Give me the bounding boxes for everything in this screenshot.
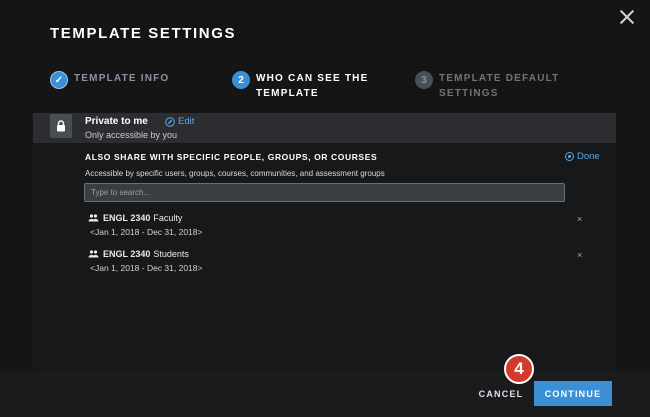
- done-icon: [565, 152, 574, 161]
- continue-button[interactable]: CONTINUE: [534, 381, 612, 406]
- privacy-subtitle: Only accessible by you: [85, 130, 178, 140]
- group-dates: <Jan 1, 2018 - Dec 31, 2018>: [90, 263, 203, 273]
- done-label: Done: [577, 151, 600, 162]
- privacy-title: Private to me: [85, 116, 148, 127]
- step-template-info: ✓ TEMPLATE INFO: [50, 71, 224, 89]
- group-role: Faculty: [153, 213, 183, 223]
- edit-privacy-link[interactable]: Edit: [165, 116, 194, 127]
- edit-label: Edit: [178, 116, 195, 127]
- step-callout-badge: 4: [504, 354, 534, 384]
- group-icon: [88, 214, 99, 222]
- step-label: TEMPLATE DEFAULT SETTINGS: [439, 73, 560, 99]
- step-who-can-see: 2 WHO CAN SEE THE TEMPLATE: [232, 71, 406, 101]
- shared-group-item: ENGL 2340 Faculty <Jan 1, 2018 - Dec 31,…: [88, 213, 202, 237]
- lock-icon: [50, 114, 72, 138]
- group-role: Students: [153, 249, 189, 259]
- step-label: WHO CAN SEE THE TEMPLATE: [256, 73, 369, 99]
- step-number: 2: [232, 71, 250, 89]
- group-dates: <Jan 1, 2018 - Dec 31, 2018>: [90, 227, 203, 237]
- remove-group-button[interactable]: ×: [577, 250, 582, 260]
- share-description: Accessible by specific users, groups, co…: [85, 169, 385, 178]
- group-code: ENGL 2340: [103, 213, 151, 223]
- share-heading: ALSO SHARE WITH SPECIFIC PEOPLE, GROUPS,…: [85, 152, 378, 162]
- step-label: TEMPLATE INFO: [74, 73, 170, 84]
- remove-group-button[interactable]: ×: [577, 214, 582, 224]
- step-number: 3: [415, 71, 433, 89]
- edit-icon: [165, 116, 175, 127]
- search-input[interactable]: [84, 183, 565, 202]
- shared-group-item: ENGL 2340 Students <Jan 1, 2018 - Dec 31…: [88, 249, 202, 273]
- modal-title: TEMPLATE SETTINGS: [50, 25, 237, 42]
- cancel-button[interactable]: CANCEL: [474, 382, 528, 406]
- done-link[interactable]: Done: [565, 151, 600, 162]
- close-icon[interactable]: [616, 6, 638, 28]
- step-default-settings: 3 TEMPLATE DEFAULT SETTINGS: [415, 71, 589, 101]
- group-icon: [88, 250, 99, 258]
- group-code: ENGL 2340: [103, 249, 151, 259]
- check-icon: ✓: [50, 71, 68, 89]
